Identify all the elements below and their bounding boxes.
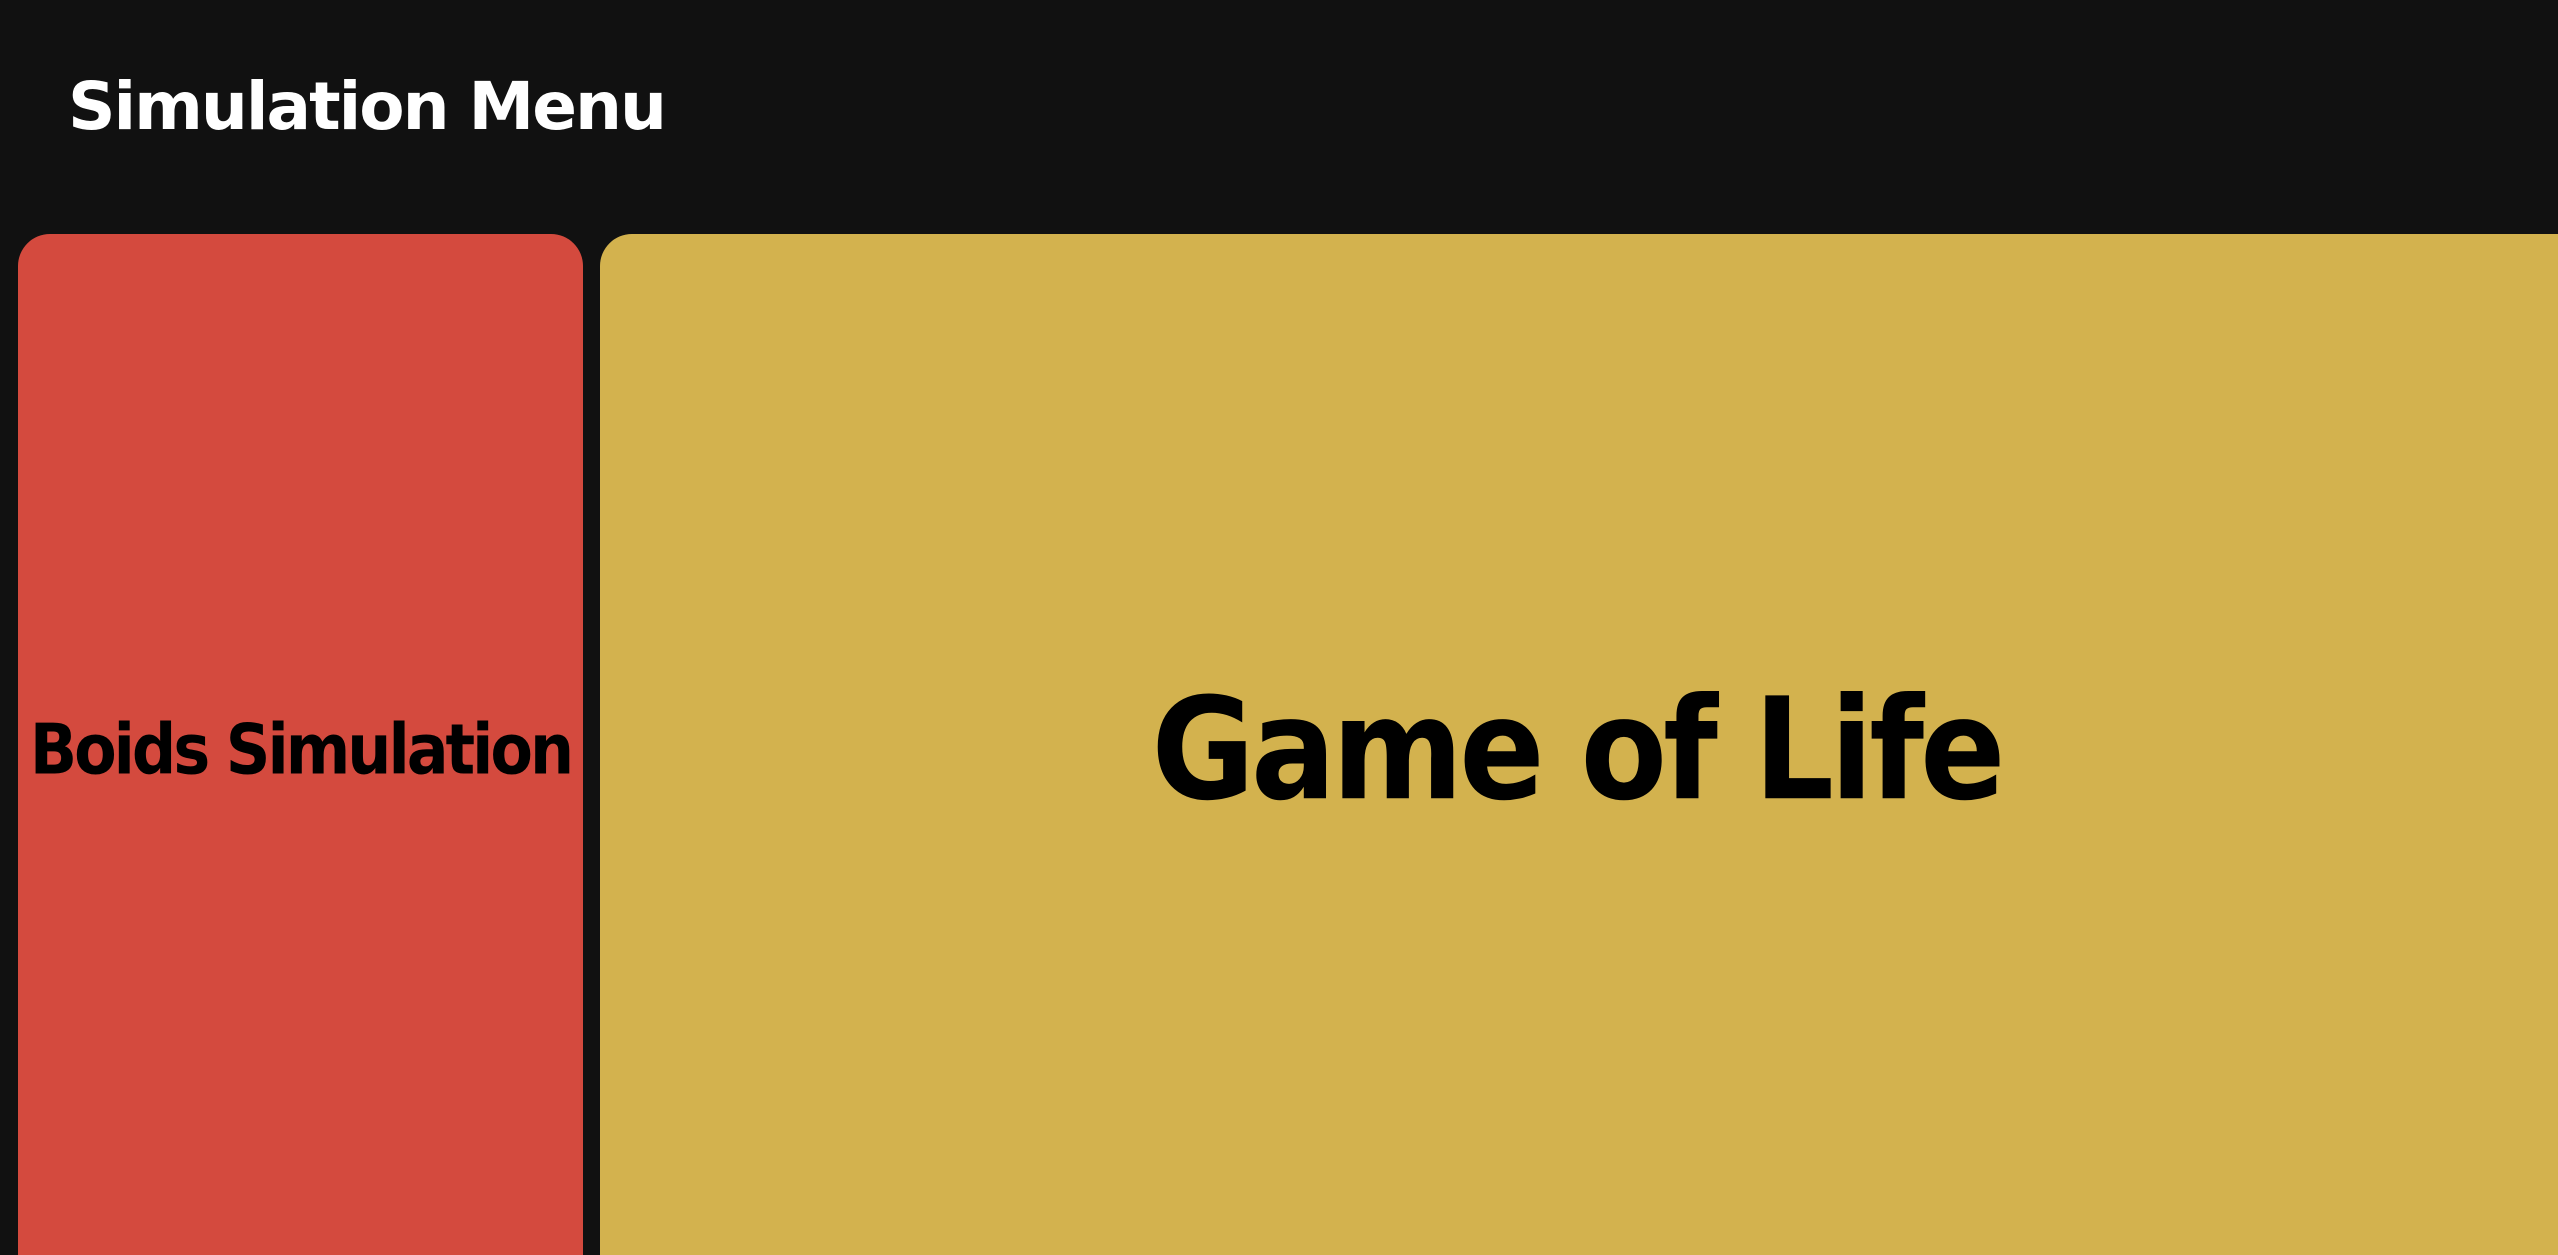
game-of-life-card[interactable]: Game of Life bbox=[600, 234, 2558, 1255]
page-title: Simulation Menu bbox=[68, 68, 667, 145]
game-of-life-label: Game of Life bbox=[1151, 667, 2005, 832]
boids-simulation-label: Boids Simulation bbox=[29, 708, 574, 791]
boids-simulation-card[interactable]: Boids Simulation bbox=[18, 234, 583, 1255]
header: Simulation Menu bbox=[0, 0, 2558, 230]
